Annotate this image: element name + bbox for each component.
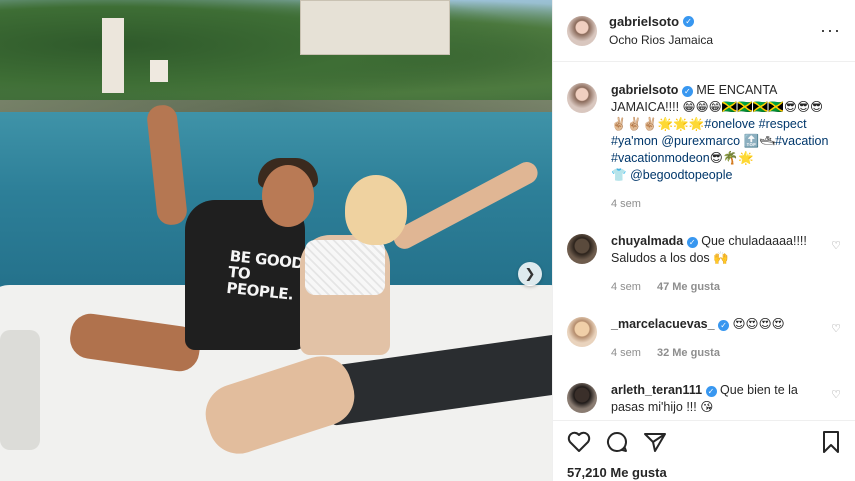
heart-icon[interactable]: ♡ <box>831 388 841 416</box>
comment-row: arleth_teran111 ✓ Que bien te la pasas m… <box>567 382 841 416</box>
comment-username[interactable]: chuyalmada <box>611 234 683 248</box>
comment-likes[interactable]: 32 Me gusta <box>657 345 720 362</box>
verified-icon: ✓ <box>705 386 717 397</box>
comment-likes[interactable]: 47 Me gusta <box>657 279 720 296</box>
action-icons <box>567 429 841 455</box>
caption-emoji: ✌🏼✌🏼✌🏼🌟🌟🌟 <box>611 117 705 131</box>
villa-building <box>300 0 450 55</box>
hashtag-respect[interactable]: #respect <box>759 117 807 131</box>
chevron-right-icon: ❯ <box>524 266 536 281</box>
header-username[interactable]: gabrielsoto ✓ <box>609 14 695 29</box>
comment-body: _marcelacuevas_ ✓ 😍😍😍😍 4 sem 32 Me gusta <box>611 316 831 362</box>
location-link[interactable]: Ocho Rios Jamaica <box>609 33 820 47</box>
boat-seat <box>0 330 40 450</box>
comment-time[interactable]: 4 sem <box>611 279 641 296</box>
post-photo[interactable]: BE GOOD TO PEOPLE. ❯ <box>0 0 552 481</box>
post-sidebar: gabrielsoto ✓ Ocho Rios Jamaica ··· gabr… <box>552 0 855 481</box>
caption-emoji-mid: 🔝🛥 <box>743 134 775 148</box>
heart-icon[interactable]: ♡ <box>831 239 841 296</box>
mention-purexmarco[interactable]: @purexmarco <box>661 134 740 148</box>
comment-row: _marcelacuevas_ ✓ 😍😍😍😍 4 sem 32 Me gusta… <box>567 316 841 362</box>
comment-row: chuyalmada ✓ Que chuladaaaa!!!! Saludos … <box>567 233 841 296</box>
comment-username[interactable]: arleth_teran111 <box>611 383 702 397</box>
mention-begoodtopeople[interactable]: @begoodtopeople <box>630 168 732 182</box>
verified-icon: ✓ <box>686 237 698 248</box>
caption-meta: 4 sem <box>611 196 841 213</box>
avatar[interactable] <box>567 317 597 347</box>
hashtag-onelove[interactable]: #onelove <box>704 117 755 131</box>
hashtag-yamon[interactable]: #ya'mon <box>611 134 658 148</box>
more-dots-icon[interactable]: ··· <box>820 20 841 41</box>
small-house <box>150 60 168 82</box>
action-bar: 57,210 Me gusta <box>553 420 855 481</box>
caption-row: gabrielsoto ✓ ME ENCANTA JAMAICA!!!! 😁😁😁… <box>567 82 841 213</box>
comment-username[interactable]: _marcelacuevas_ <box>611 317 715 331</box>
post-header: gabrielsoto ✓ Ocho Rios Jamaica ··· <box>553 0 855 62</box>
avatar[interactable] <box>567 383 597 413</box>
woman-crochet-top <box>305 240 385 295</box>
hashtag-vacationmodeon[interactable]: #vacationmodeon <box>611 151 710 165</box>
comment-text: 😍😍😍😍 <box>732 317 785 331</box>
comment-meta: 4 sem 47 Me gusta <box>611 279 831 296</box>
next-photo-button[interactable]: ❯ <box>518 262 542 286</box>
username-label[interactable]: gabrielsoto <box>609 14 679 29</box>
caption-body: gabrielsoto ✓ ME ENCANTA JAMAICA!!!! 😁😁😁… <box>611 82 841 213</box>
share-icon[interactable] <box>643 430 667 454</box>
tshirt-print: BE GOOD TO PEOPLE. <box>225 246 305 304</box>
heart-icon[interactable] <box>567 431 591 453</box>
comment-body: arleth_teran111 ✓ Que bien te la pasas m… <box>611 382 831 416</box>
avatar[interactable] <box>567 15 597 46</box>
caption-time[interactable]: 4 sem <box>611 196 641 213</box>
comments-area: gabrielsoto ✓ ME ENCANTA JAMAICA!!!! 😁😁😁… <box>553 62 855 422</box>
avatar[interactable] <box>567 234 597 264</box>
comment-time[interactable]: 4 sem <box>611 345 641 362</box>
caption-emoji-end: 😎🌴🌟 <box>709 151 754 165</box>
comment-body: chuyalmada ✓ Que chuladaaaa!!!! Saludos … <box>611 233 831 296</box>
verified-icon: ✓ <box>683 16 695 27</box>
verified-icon: ✓ <box>718 320 730 331</box>
man-face <box>262 165 314 227</box>
tower-building <box>102 18 124 93</box>
caption-username[interactable]: gabrielsoto <box>611 83 678 97</box>
bookmark-icon[interactable] <box>821 430 841 454</box>
caption-emoji-shirt: 👕 <box>611 168 627 182</box>
hillside-background <box>0 0 552 112</box>
comment-meta: 4 sem 32 Me gusta <box>611 345 831 362</box>
heart-icon[interactable]: ♡ <box>831 322 841 362</box>
instagram-post: BE GOOD TO PEOPLE. ❯ gabrielsoto ✓ Ocho … <box>0 0 855 481</box>
header-text: gabrielsoto ✓ Ocho Rios Jamaica <box>609 14 820 47</box>
hashtag-vacation[interactable]: #vacation <box>775 134 829 148</box>
comment-icon[interactable] <box>605 430 629 454</box>
woman-face <box>345 175 407 245</box>
avatar[interactable] <box>567 83 597 113</box>
likes-count[interactable]: 57,210 Me gusta <box>567 465 841 480</box>
verified-icon: ✓ <box>681 86 693 97</box>
